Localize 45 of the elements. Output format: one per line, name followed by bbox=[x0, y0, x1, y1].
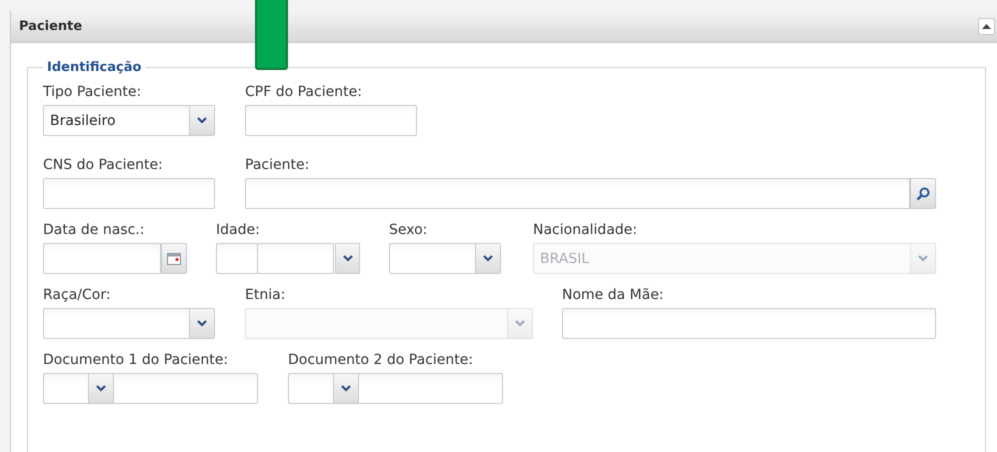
dropdown[interactable] bbox=[43, 308, 215, 339]
chevron-down-icon bbox=[483, 255, 493, 262]
search-button[interactable] bbox=[910, 178, 936, 209]
text-field[interactable] bbox=[562, 308, 936, 339]
field-label: CNS do Paciente: bbox=[43, 156, 164, 174]
field-label: Data de nasc.: bbox=[43, 221, 146, 239]
field-label: Sexo: bbox=[389, 221, 428, 239]
panel-title: Paciente bbox=[19, 18, 84, 34]
chevron-down-icon bbox=[197, 320, 207, 327]
text-field[interactable] bbox=[245, 178, 910, 209]
text-field[interactable] bbox=[216, 243, 258, 274]
field-label: Documento 1 do Paciente: bbox=[43, 351, 230, 369]
text-field[interactable] bbox=[245, 105, 417, 136]
dropdown-button[interactable] bbox=[335, 243, 360, 274]
field-label: Nome da Mãe: bbox=[562, 286, 665, 304]
field-label: Etnia: bbox=[245, 286, 286, 304]
field-label: Nacionalidade: bbox=[533, 221, 638, 239]
chevron-down-icon bbox=[341, 385, 351, 392]
field-label: CPF do Paciente: bbox=[245, 83, 363, 101]
collapse-button[interactable] bbox=[978, 18, 995, 34]
field-label: Paciente: bbox=[245, 156, 310, 174]
calendar-icon bbox=[167, 252, 181, 264]
calendar-button[interactable] bbox=[161, 243, 187, 274]
section-title: Identificação bbox=[46, 60, 142, 75]
chevron-down-icon bbox=[918, 255, 928, 262]
field-label: Idade: bbox=[216, 221, 261, 239]
field-label: Documento 2 do Paciente: bbox=[288, 351, 474, 369]
field-label: Raça/Cor: bbox=[43, 286, 112, 304]
chevron-down-icon bbox=[197, 117, 207, 124]
chevron-down-icon bbox=[96, 385, 106, 392]
chevron-down-icon bbox=[515, 320, 525, 327]
dropdown[interactable] bbox=[288, 373, 359, 404]
field-label: Tipo Paciente: bbox=[43, 83, 142, 101]
text-field[interactable] bbox=[257, 243, 334, 274]
dropdown[interactable] bbox=[43, 373, 114, 404]
chevron-down-icon bbox=[342, 255, 352, 262]
text-field[interactable] bbox=[358, 373, 503, 404]
dropdown[interactable]: Brasileiro bbox=[43, 105, 215, 136]
text-field[interactable] bbox=[43, 178, 215, 209]
text-field[interactable] bbox=[43, 243, 161, 274]
dropdown[interactable] bbox=[389, 243, 501, 274]
highlight-marker bbox=[255, 0, 288, 70]
text-field[interactable] bbox=[113, 373, 258, 404]
search-icon bbox=[916, 186, 930, 200]
caret-up-icon bbox=[982, 24, 991, 28]
